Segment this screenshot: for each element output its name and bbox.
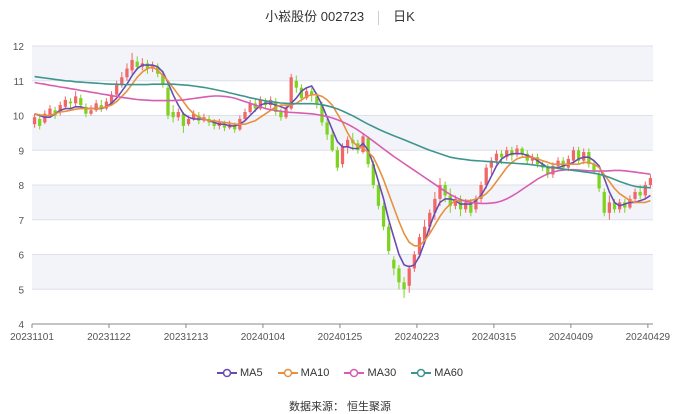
legend-marker-ma30-icon <box>344 368 365 378</box>
candle-body <box>582 151 586 161</box>
x-tick-label: 20240104 <box>241 332 286 343</box>
y-tick-label: 10 <box>13 112 25 123</box>
candle-body <box>32 117 37 125</box>
candle-body <box>397 268 401 283</box>
candle-body <box>125 68 129 78</box>
legend-label-ma5: MA5 <box>239 367 263 379</box>
candle-body <box>330 134 334 151</box>
candle-body <box>176 112 180 118</box>
candle-body <box>73 96 78 104</box>
candle-body <box>335 150 340 168</box>
grid-band <box>32 254 653 290</box>
candle-body <box>597 174 601 189</box>
candle-body <box>325 122 329 135</box>
candle-body <box>407 268 411 286</box>
candle-body <box>63 99 68 107</box>
x-tick-label: 20240409 <box>549 332 594 343</box>
candle-body <box>392 259 396 269</box>
candle-body <box>38 118 42 126</box>
candle-body <box>607 202 612 213</box>
candle-body <box>243 112 247 119</box>
candle-body <box>79 98 83 106</box>
candle-body <box>494 153 499 161</box>
y-tick-label: 8 <box>18 181 24 192</box>
candle-body <box>633 191 637 199</box>
candle-body <box>484 167 488 185</box>
legend-item-ma60[interactable]: MA60 <box>411 367 463 379</box>
candle-body <box>648 178 653 185</box>
legend-item-ma30[interactable]: MA30 <box>344 367 396 379</box>
y-tick-label: 6 <box>18 251 24 262</box>
candle-body <box>381 205 386 227</box>
candle-body <box>186 118 191 125</box>
y-tick-label: 9 <box>18 146 24 157</box>
candle-body <box>279 112 283 118</box>
candle-body <box>602 191 606 213</box>
candle-body <box>181 113 186 126</box>
legend-marker-ma10-icon <box>277 368 298 378</box>
y-tick-label: 4 <box>18 320 24 331</box>
candle-body <box>166 87 170 116</box>
legend-item-ma10[interactable]: MA10 <box>277 367 330 379</box>
x-tick-label: 20240223 <box>395 332 440 343</box>
grid-band <box>32 46 653 81</box>
candle-body <box>130 59 134 71</box>
legend-marker-ma60-icon <box>411 368 432 378</box>
data-source: 数据来源： 恒生聚源 <box>288 401 392 413</box>
candle-body <box>294 80 298 88</box>
legend: MA5 MA10 MA30 MA60 <box>0 367 680 379</box>
y-tick-label: 7 <box>18 216 24 227</box>
candle-body <box>387 226 391 252</box>
y-tick-label: 11 <box>14 77 25 88</box>
legend-label-ma10: MA10 <box>300 367 330 379</box>
y-tick-label: 12 <box>13 42 25 53</box>
x-tick-label: 20231213 <box>164 332 209 343</box>
x-tick-label: 20231122 <box>87 332 131 343</box>
legend-label-ma30: MA30 <box>367 367 397 379</box>
kline-chart: 4 5 6 7 8 9 10 11 12 20231101 20231122 20231213 2024… <box>10 42 671 343</box>
candle-body <box>340 146 345 165</box>
candle-body <box>571 150 576 161</box>
grid-band <box>32 185 653 220</box>
candle-body <box>115 84 119 95</box>
candle-body <box>120 77 124 85</box>
candle-body <box>499 153 504 158</box>
x-tick-label: 20240125 <box>318 332 363 343</box>
candle-body <box>135 61 139 67</box>
x-tick-label: 20240429 <box>626 332 671 343</box>
candle-body <box>171 112 175 118</box>
legend-label-ma60: MA60 <box>434 367 464 379</box>
candle-body <box>68 101 73 104</box>
x-tick-label: 20231101 <box>10 332 54 343</box>
candle-body <box>89 110 93 114</box>
x-tick-label: 20240315 <box>472 332 517 343</box>
legend-item-ma5[interactable]: MA5 <box>216 367 263 379</box>
candle-body <box>345 139 350 147</box>
candle-body <box>248 103 252 113</box>
legend-marker-ma5-icon <box>216 368 237 378</box>
candle-body <box>638 191 642 196</box>
y-tick-label: 5 <box>18 285 24 296</box>
candle-body <box>402 282 406 290</box>
candle-body <box>556 160 560 166</box>
